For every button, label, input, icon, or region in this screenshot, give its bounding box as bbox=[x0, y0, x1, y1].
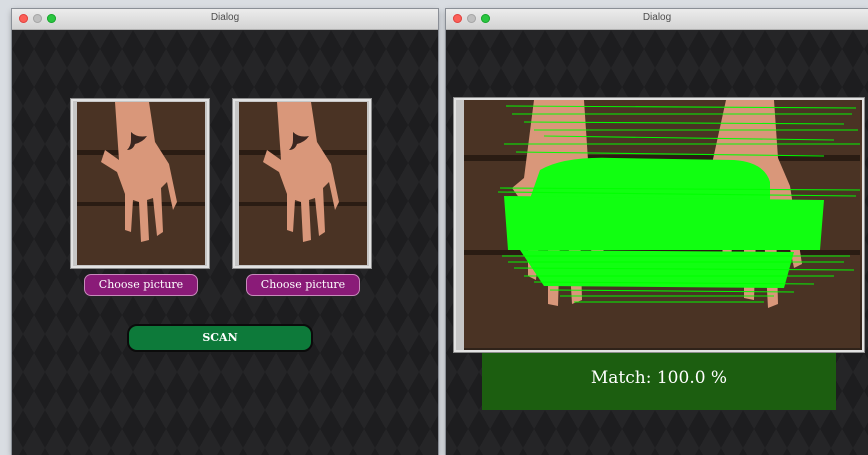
choose-picture-left-button[interactable]: Choose picture bbox=[84, 274, 198, 296]
matched-hands-photo bbox=[464, 100, 862, 350]
dialog-window-right: Dialog Match: 100.0 % bbox=[446, 9, 868, 455]
image-preview-right bbox=[232, 98, 372, 269]
hand-photo bbox=[77, 102, 205, 265]
match-result-image bbox=[453, 97, 865, 353]
dialog-content: Match: 100.0 % bbox=[446, 30, 868, 455]
match-result-banner: Match: 100.0 % bbox=[482, 353, 836, 410]
scan-button[interactable]: SCAN bbox=[127, 324, 313, 352]
dialog-content: Choose picture Choose picture SCAN bbox=[12, 30, 438, 455]
hand-photo bbox=[239, 102, 367, 265]
window-title: Dialog bbox=[642, 12, 672, 23]
title-bar: Dialog bbox=[12, 9, 438, 30]
choose-picture-right-button[interactable]: Choose picture bbox=[246, 274, 360, 296]
feature-match-lines bbox=[464, 100, 860, 348]
dialog-window-left: Dialog Choose picture Choose picture SCA… bbox=[12, 9, 438, 455]
window-title: Dialog bbox=[210, 12, 240, 23]
image-preview-left bbox=[70, 98, 210, 269]
title-bar: Dialog bbox=[446, 9, 868, 30]
